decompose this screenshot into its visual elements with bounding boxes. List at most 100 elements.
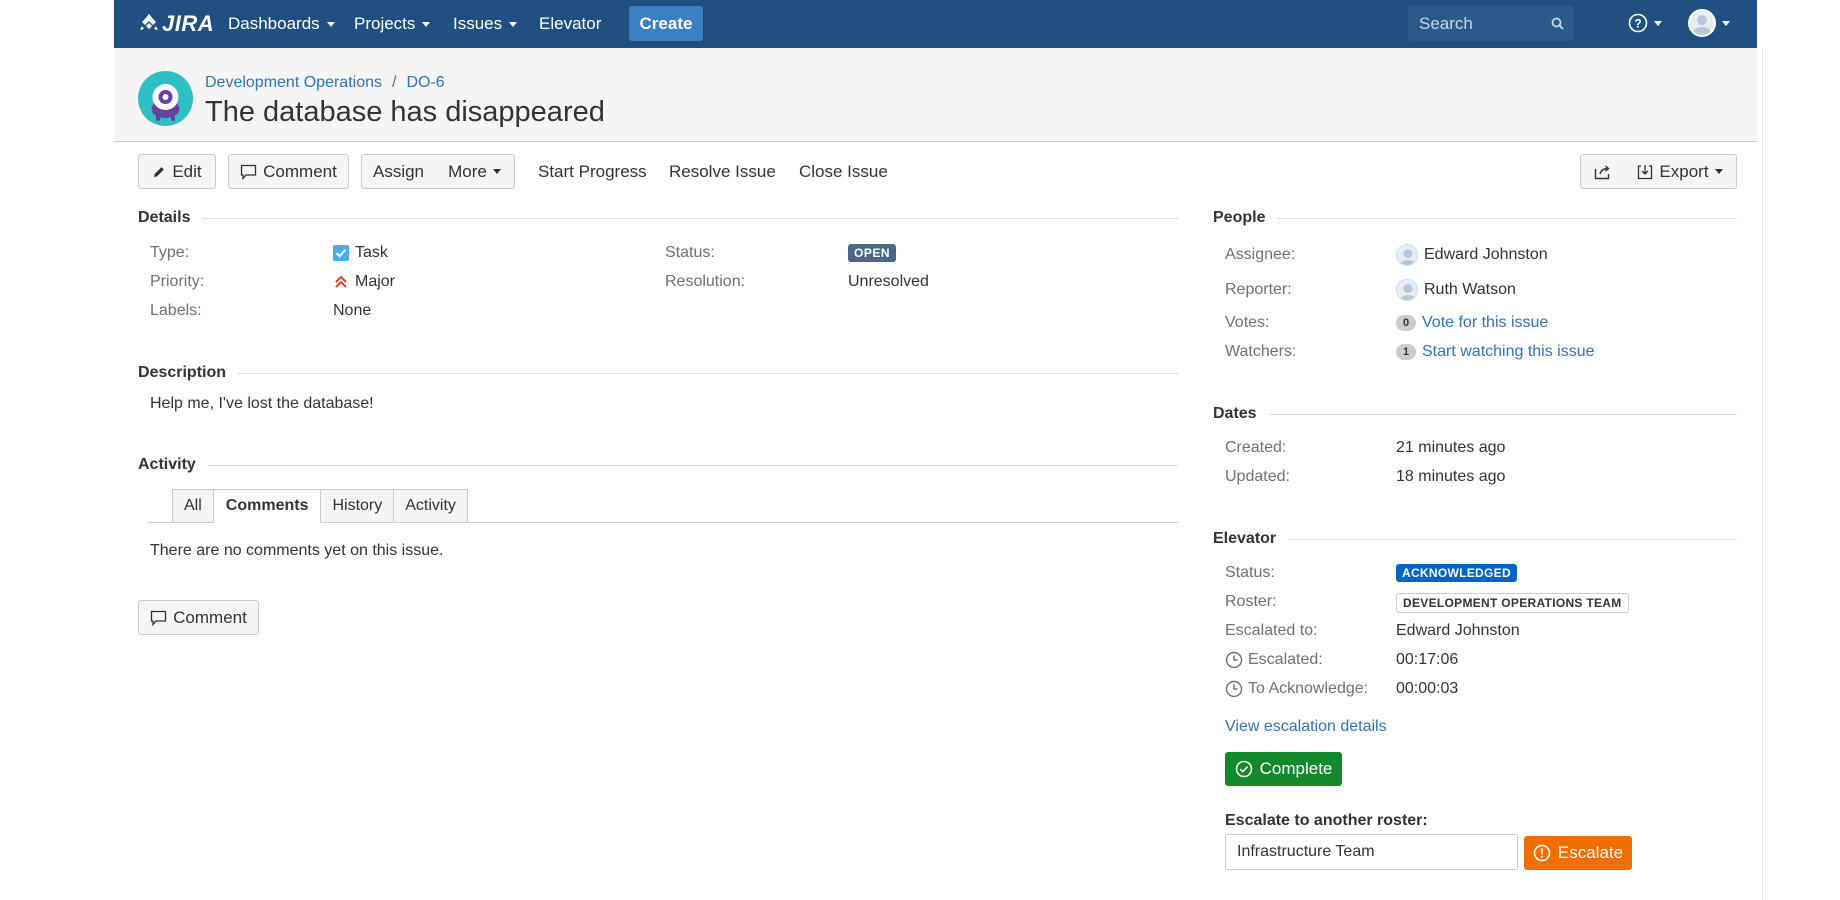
complete-button-label: Complete	[1259, 759, 1333, 778]
type-label: Type:	[150, 244, 190, 261]
chevron-down-icon	[422, 21, 431, 27]
user-silhouette-icon	[1400, 249, 1416, 265]
reporter-name: Ruth Watson	[1424, 281, 1516, 298]
to-acknowledge-value: 00:00:03	[1396, 680, 1459, 697]
assignee-name: Edward Johnston	[1424, 246, 1548, 263]
search-icon	[1551, 17, 1564, 30]
help-menu[interactable]: ?	[1628, 13, 1662, 33]
resolution-label: Resolution:	[665, 273, 746, 290]
elevator-heading: Elevator	[1213, 530, 1737, 548]
assignee-label: Assignee:	[1225, 246, 1296, 263]
page-right-border	[1762, 48, 1763, 900]
type-value-text: Task	[355, 244, 388, 261]
chevron-down-icon	[326, 21, 335, 27]
nav-projects[interactable]: Projects	[354, 0, 431, 48]
comment-icon	[241, 164, 257, 180]
description-heading: Description	[138, 364, 1178, 382]
watch-link[interactable]: Start watching this issue	[1422, 343, 1595, 361]
divider	[238, 372, 1178, 374]
assignee-value[interactable]: Edward Johnston	[1396, 244, 1548, 266]
created-label: Created:	[1225, 439, 1287, 456]
vote-link[interactable]: Vote for this issue	[1422, 314, 1548, 332]
share-button[interactable]	[1580, 154, 1625, 189]
status-lozenge: OPEN	[848, 244, 897, 262]
user-silhouette-icon	[1693, 15, 1711, 35]
comment-button[interactable]: Comment	[228, 154, 349, 189]
no-comments-text: There are no comments yet on this issue.	[150, 542, 444, 559]
people-heading-text: People	[1213, 209, 1266, 226]
labels-value: None	[333, 302, 372, 319]
complete-button[interactable]: Complete	[1225, 752, 1342, 786]
description-text: Help me, I've lost the database!	[150, 395, 374, 412]
status-value: OPEN	[848, 244, 897, 262]
chevron-down-icon	[509, 21, 518, 27]
chevron-down-icon	[492, 169, 501, 174]
tab-activity[interactable]: Activity	[393, 489, 468, 523]
user-silhouette-icon	[1400, 284, 1416, 300]
updated-label: Updated:	[1225, 468, 1290, 485]
resolution-value: Unresolved	[848, 273, 929, 290]
export-dropdown-button[interactable]: Export	[1624, 154, 1737, 189]
watchers-label: Watchers:	[1225, 343, 1297, 360]
reporter-value[interactable]: Ruth Watson	[1396, 279, 1516, 301]
priority-label: Priority:	[150, 273, 205, 290]
export-button-label: Export	[1659, 162, 1709, 181]
details-heading: Details	[138, 209, 1178, 227]
logo-text: JIRA	[162, 11, 215, 36]
reporter-label: Reporter:	[1225, 281, 1292, 298]
create-button[interactable]: Create	[629, 6, 703, 41]
tab-comments[interactable]: Comments	[212, 489, 322, 523]
elevator-status-label: Status:	[1225, 564, 1275, 581]
nav-dashboards[interactable]: Dashboards	[228, 0, 335, 48]
svg-text:?: ?	[1634, 17, 1641, 31]
search-input[interactable]: Search	[1408, 6, 1574, 41]
roster-lozenge: DEVELOPMENT OPERATIONS TEAM	[1396, 593, 1629, 613]
close-issue-button[interactable]: Close Issue	[799, 154, 888, 189]
elevator-status-value: ACKNOWLEDGED	[1396, 564, 1517, 582]
start-progress-button[interactable]: Start Progress	[538, 154, 647, 189]
escalate-roster-input[interactable]	[1225, 834, 1518, 870]
votes-value: 0 Vote for this issue	[1396, 314, 1548, 332]
tab-history[interactable]: History	[320, 489, 395, 523]
activity-heading-text: Activity	[138, 456, 196, 473]
jira-logo-icon	[140, 14, 158, 30]
divider	[207, 464, 1178, 466]
nav-projects-label: Projects	[354, 14, 416, 33]
resolve-issue-button[interactable]: Resolve Issue	[669, 154, 776, 189]
breadcrumb-issue-key-link[interactable]: DO-6	[406, 74, 444, 92]
divider	[1277, 217, 1737, 219]
jira-logo[interactable]: JIRA	[138, 10, 214, 38]
watchers-count-badge: 1	[1396, 344, 1416, 360]
more-dropdown-button[interactable]: More	[435, 154, 515, 189]
escalate-button[interactable]: Escalate	[1524, 836, 1632, 870]
user-avatar	[1688, 9, 1716, 37]
nav-elevator[interactable]: Elevator	[539, 0, 601, 48]
details-heading-text: Details	[138, 209, 191, 226]
clock-icon	[1225, 651, 1243, 669]
acknowledged-lozenge: ACKNOWLEDGED	[1396, 564, 1517, 582]
elevator-heading-text: Elevator	[1213, 530, 1277, 547]
edit-button[interactable]: Edit	[138, 154, 216, 189]
breadcrumb-project-link[interactable]: Development Operations	[205, 74, 382, 92]
divider	[202, 217, 1178, 219]
user-menu[interactable]	[1688, 9, 1730, 37]
priority-major-icon	[335, 275, 347, 288]
chevron-down-icon	[1714, 169, 1723, 174]
search-placeholder: Search	[1419, 14, 1473, 33]
issue-header: Development Operations / DO-6 The databa…	[114, 48, 1757, 142]
assign-button[interactable]: Assign	[361, 154, 436, 189]
updated-value: 18 minutes ago	[1396, 468, 1506, 485]
view-escalation-details-link[interactable]: View escalation details	[1225, 718, 1387, 736]
tab-all[interactable]: All	[172, 489, 214, 523]
add-comment-button[interactable]: Comment	[138, 600, 259, 635]
votes-label: Votes:	[1225, 314, 1270, 331]
priority-value: Major	[333, 273, 395, 291]
task-checkbox-icon	[333, 245, 349, 261]
escalated-value: 00:17:06	[1396, 651, 1459, 668]
divider	[1288, 538, 1737, 540]
escalated-label: Escalated:	[1225, 651, 1323, 669]
nav-issues[interactable]: Issues	[453, 0, 518, 48]
dates-heading-text: Dates	[1213, 405, 1257, 422]
add-comment-button-label: Comment	[173, 608, 247, 627]
type-value: Task	[333, 244, 388, 262]
